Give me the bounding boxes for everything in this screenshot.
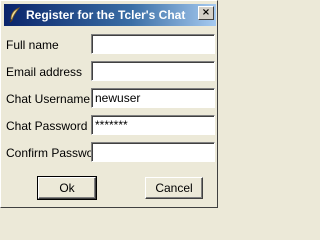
feather-icon (8, 7, 22, 23)
title-bar[interactable]: Register for the Tcler's Chat × (4, 4, 216, 26)
chat-username-field[interactable] (91, 88, 215, 108)
confirm-password-label: Confirm Password (6, 146, 105, 160)
full-name-field[interactable] (91, 34, 215, 54)
email-address-label: Email address (6, 65, 83, 79)
ok-button[interactable]: Ok (38, 177, 96, 199)
full-name-label: Full name (6, 38, 59, 52)
email-field[interactable] (91, 61, 215, 81)
window-title: Register for the Tcler's Chat (26, 8, 186, 22)
register-dialog: Register for the Tcler's Chat × Full nam… (0, 0, 218, 208)
close-icon: × (201, 7, 211, 18)
cancel-button[interactable]: Cancel (145, 177, 203, 199)
chat-password-field[interactable] (91, 115, 215, 135)
chat-username-label: Chat Username (6, 92, 91, 106)
confirm-password-field[interactable] (91, 142, 215, 162)
chat-password-label: Chat Password (6, 119, 88, 133)
close-button[interactable]: × (198, 6, 214, 20)
